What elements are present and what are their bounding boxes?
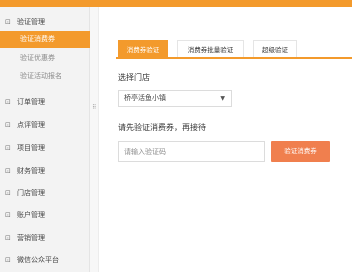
sidebar-group-label: 验证管理 — [17, 18, 45, 26]
sidebar-group-account[interactable]: ⊡ 账户管理 — [0, 206, 90, 224]
tab-super-verify[interactable]: 超级验证 — [253, 40, 297, 58]
sidebar-item-label: 验证优惠券 — [20, 54, 55, 62]
sidebar-group-label: 门店管理 — [17, 189, 45, 197]
expand-icon: ⊡ — [5, 256, 11, 264]
code-instruction-label: 请先验证消费券，再接待 — [118, 123, 206, 132]
sidebar-group-label: 点评管理 — [17, 121, 45, 129]
sidebar-item-verify-coupon[interactable]: 验证优惠券 — [0, 50, 90, 67]
sidebar-group-label: 账户管理 — [17, 211, 45, 219]
sidebar-group-label: 项目管理 — [17, 144, 45, 152]
expand-icon: ⊡ — [5, 144, 11, 152]
main-panel: 消费券验证 消费券批量验证 超级验证 选择门店 桥亭活鱼小镇 ▼ 请先验证消费券… — [100, 7, 352, 272]
drag-handle-icon[interactable]: ⠿ — [92, 104, 96, 111]
store-label: 选择门店 — [118, 73, 150, 82]
verify-voucher-button[interactable]: 验证消费券 — [271, 141, 330, 162]
expand-icon: ⊡ — [5, 121, 11, 129]
sidebar-item-label: 验证消费券 — [20, 35, 55, 43]
store-select-value: 桥亭活鱼小镇 — [124, 94, 166, 102]
expand-icon: ⊡ — [5, 189, 11, 197]
sidebar-group-wechat[interactable]: ⊡ 微信公众平台 — [0, 251, 90, 269]
verification-code-input[interactable] — [118, 141, 265, 162]
sidebar-splitter[interactable]: ⠿ — [90, 7, 99, 272]
sidebar-group-verify[interactable]: ⊡ 验证管理 — [0, 13, 90, 31]
sidebar-item-label: 验证活动报名 — [20, 72, 62, 80]
expand-icon: ⊡ — [5, 98, 11, 106]
sidebar-group-orders[interactable]: ⊡ 订单管理 — [0, 93, 90, 111]
expand-icon: ⊡ — [5, 211, 11, 219]
sidebar-group-finance[interactable]: ⊡ 财务管理 — [0, 162, 90, 180]
sidebar-item-verify-event-signup[interactable]: 验证活动报名 — [0, 68, 90, 85]
sidebar-group-label: 订单管理 — [17, 98, 45, 106]
sidebar-group-stores[interactable]: ⊡ 门店管理 — [0, 184, 90, 202]
store-select[interactable]: 桥亭活鱼小镇 ▼ — [118, 90, 232, 107]
sidebar-group-projects[interactable]: ⊡ 项目管理 — [0, 139, 90, 157]
sidebar-group-label: 营销管理 — [17, 234, 45, 242]
collapse-icon: ⊡ — [5, 18, 11, 26]
sidebar-group-label: 财务管理 — [17, 167, 45, 175]
sidebar-group-label: 微信公众平台 — [17, 256, 59, 264]
tab-voucher-verify[interactable]: 消费券验证 — [118, 40, 168, 58]
expand-icon: ⊡ — [5, 167, 11, 175]
sidebar-group-reviews[interactable]: ⊡ 点评管理 — [0, 116, 90, 134]
tab-underline — [116, 57, 352, 59]
expand-icon: ⊡ — [5, 234, 11, 242]
tab-batch-verify[interactable]: 消费券批量验证 — [177, 40, 244, 58]
caret-down-icon: ▼ — [220, 95, 225, 102]
sidebar: ⊡ 验证管理 验证消费券 验证优惠券 验证活动报名 ⊡ 订单管理 ⊡ 点评管理 … — [0, 7, 90, 272]
sidebar-group-marketing[interactable]: ⊡ 营销管理 — [0, 229, 90, 247]
sidebar-item-verify-voucher[interactable]: 验证消费券 — [0, 31, 90, 48]
top-header-bar — [0, 0, 352, 7]
